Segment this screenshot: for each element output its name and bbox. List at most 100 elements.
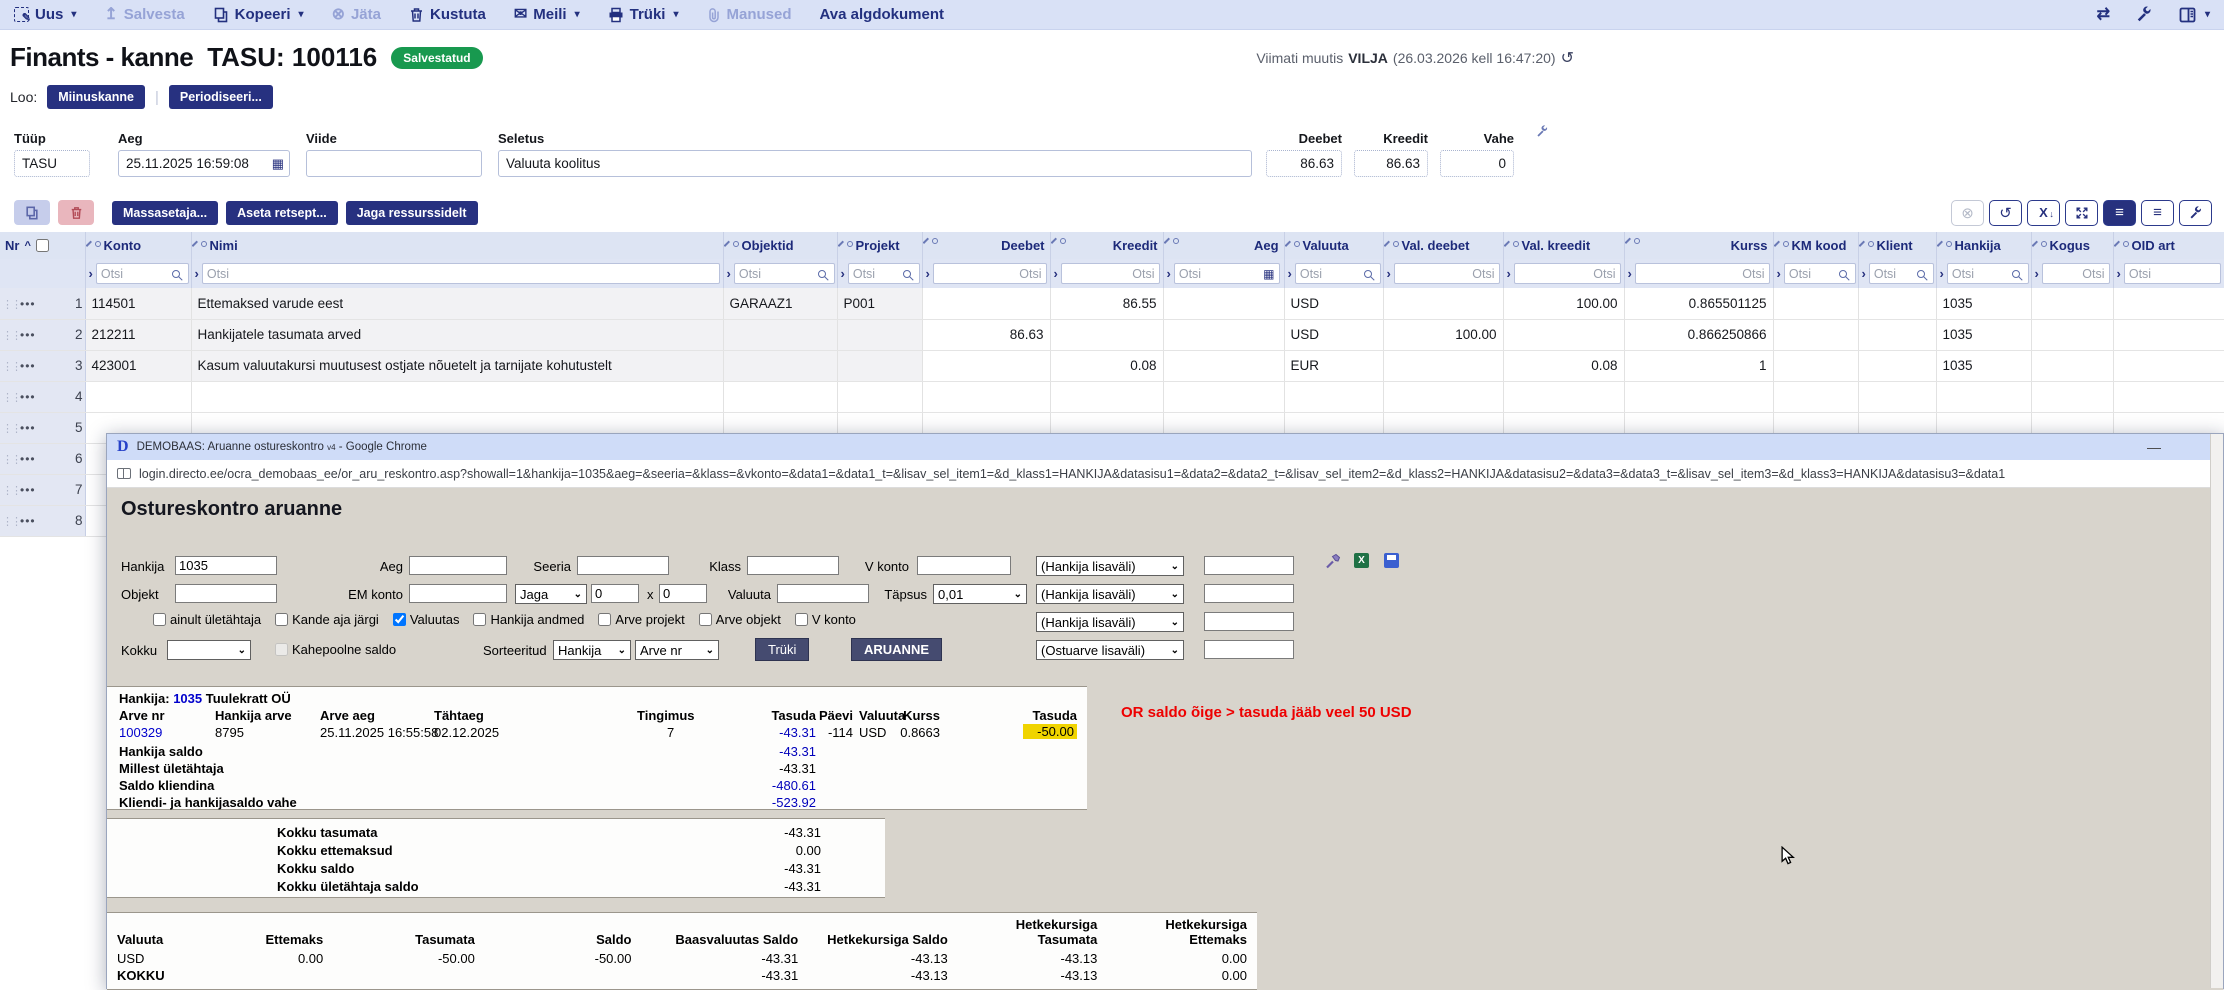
cell-hankija[interactable] xyxy=(1936,381,2031,412)
date-field[interactable] xyxy=(118,150,290,177)
column-expand-icon[interactable]: › xyxy=(727,266,731,281)
row-delete-button[interactable] xyxy=(58,200,94,225)
search-icon[interactable] xyxy=(1364,270,1372,278)
search-icon[interactable] xyxy=(2012,270,2020,278)
column-header-val-deebet[interactable]: Val. deebet xyxy=(1383,232,1503,259)
column-wrench-icon[interactable] xyxy=(1942,241,1951,250)
filter-deebet[interactable] xyxy=(933,263,1047,284)
row-menu-icon[interactable]: ••• xyxy=(20,514,36,528)
drag-handle[interactable]: ⋮⋮ xyxy=(2,299,18,311)
row-menu-icon[interactable]: ••• xyxy=(20,483,36,497)
cell-nimi[interactable]: Hankijatele tasumata arved xyxy=(191,319,723,350)
chevron-down-icon[interactable]: ▾ xyxy=(299,9,304,20)
cell-konto[interactable]: 423001 xyxy=(85,350,191,381)
calendar-icon[interactable]: ▦ xyxy=(272,156,284,172)
cell-nimi[interactable]: Ettemaksed varude eest xyxy=(191,288,723,319)
type-field[interactable] xyxy=(14,150,90,177)
column-expand-icon[interactable]: › xyxy=(1777,266,1781,281)
run-report-button[interactable]: ARUANNE xyxy=(851,638,942,661)
row-copy-button[interactable] xyxy=(14,200,50,225)
cell-hankija[interactable]: 1035 xyxy=(1936,319,2031,350)
insert-recipe-button[interactable]: Aseta retsept... xyxy=(226,201,338,225)
column-expand-icon[interactable]: › xyxy=(1862,266,1866,281)
attachments-button[interactable]: Manused xyxy=(707,6,792,23)
excel-export-icon[interactable]: X xyxy=(1354,553,1369,568)
cell-deebet[interactable] xyxy=(922,288,1050,319)
column-wrench-icon[interactable] xyxy=(843,241,852,250)
drag-handle[interactable]: ⋮⋮ xyxy=(2,392,18,404)
cell-nimi[interactable]: Kasum valuutakursi muutusest ostjate nõu… xyxy=(191,350,723,381)
column-expand-icon[interactable]: › xyxy=(1507,266,1511,281)
column-header-kreedit[interactable]: Kreedit xyxy=(1050,232,1163,259)
chevron-down-icon[interactable]: ▾ xyxy=(71,9,76,20)
column-header-val-kreedit[interactable]: Val. kreedit xyxy=(1503,232,1624,259)
cell-objektid[interactable] xyxy=(723,381,837,412)
cell-konto[interactable] xyxy=(85,381,191,412)
grid-settings-button[interactable] xyxy=(2179,200,2212,226)
checkbox-valuutas[interactable]: Valuutas xyxy=(393,612,460,627)
open-source-doc-button[interactable]: Ava algdokument xyxy=(820,6,944,23)
search-icon[interactable] xyxy=(818,270,826,278)
column-wrench-icon[interactable] xyxy=(1290,241,1299,250)
fields-settings-wrench-icon[interactable] xyxy=(1536,125,1549,143)
cell-hankija[interactable]: 1035 xyxy=(1936,350,2031,381)
cell-aeg[interactable] xyxy=(1163,319,1284,350)
supplier-code-link[interactable]: 1035 xyxy=(173,691,202,706)
drag-handle[interactable]: ⋮⋮ xyxy=(2,361,18,373)
column-header-projekt[interactable]: Projekt xyxy=(837,232,922,259)
invoice-link[interactable]: 100329 xyxy=(119,725,162,740)
debit-field[interactable] xyxy=(1266,150,1342,177)
print-report-button[interactable]: Trüki xyxy=(755,638,809,661)
column-expand-icon[interactable]: › xyxy=(1167,266,1171,281)
column-expand-icon[interactable]: › xyxy=(89,266,93,281)
cell-projekt[interactable] xyxy=(837,381,922,412)
checkbox-kande-aja-jargi[interactable]: Kande aja järgi xyxy=(275,612,379,627)
export-button[interactable]: X↓ xyxy=(2027,200,2060,226)
search-icon[interactable] xyxy=(1839,270,1847,278)
save-button[interactable]: ↥ Salvesta xyxy=(104,6,184,23)
cell-kreedit[interactable]: 0.08 xyxy=(1050,350,1163,381)
filter-oid[interactable] xyxy=(2124,263,2221,284)
extra-value-input-1[interactable] xyxy=(1204,556,1294,575)
cell-kurss[interactable]: 0.865501125 xyxy=(1624,288,1773,319)
column-header-konto[interactable]: Konto xyxy=(85,232,191,259)
cell-valuuta[interactable]: USD xyxy=(1284,319,1383,350)
seeria-input[interactable] xyxy=(577,556,669,575)
search-icon[interactable] xyxy=(1917,270,1925,278)
cell-km-kood[interactable] xyxy=(1773,288,1858,319)
popup-url-bar[interactable]: login.directo.ee/ocra_demobaas_ee/or_aru… xyxy=(107,460,2223,488)
filter-nimi[interactable] xyxy=(202,263,720,284)
column-expand-icon[interactable]: › xyxy=(2117,266,2121,281)
cell-oid[interactable] xyxy=(2113,319,2224,350)
cell-val-deebet[interactable] xyxy=(1383,350,1503,381)
credit-field[interactable] xyxy=(1354,150,1428,177)
column-header-kogus[interactable]: Kogus xyxy=(2031,232,2113,259)
cell-klient[interactable] xyxy=(1858,350,1936,381)
cell-oid[interactable] xyxy=(2113,381,2224,412)
chevron-down-icon[interactable]: ▾ xyxy=(2205,9,2210,20)
row-menu-icon[interactable]: ••• xyxy=(20,421,36,435)
minus-entry-button[interactable]: Miinuskanne xyxy=(47,85,145,109)
cell-valuuta[interactable]: USD xyxy=(1284,288,1383,319)
column-expand-icon[interactable]: › xyxy=(841,266,845,281)
cell-val-deebet[interactable] xyxy=(1383,288,1503,319)
checkbox-v-konto[interactable]: V konto xyxy=(795,612,856,627)
calendar-icon[interactable]: ▦ xyxy=(1263,267,1274,281)
cell-kreedit[interactable] xyxy=(1050,319,1163,350)
column-header-hankija[interactable]: Hankija xyxy=(1936,232,2031,259)
filter-val-deebet[interactable] xyxy=(1394,263,1500,284)
checkbox-arve-projekt[interactable]: Arve projekt xyxy=(598,612,684,627)
row-menu-icon[interactable]: ••• xyxy=(20,390,36,404)
extra-value-input-4[interactable] xyxy=(1204,640,1294,659)
reference-field[interactable] xyxy=(306,150,482,177)
column-expand-icon[interactable]: › xyxy=(1940,266,1944,281)
column-expand-icon[interactable]: › xyxy=(1054,266,1058,281)
column-wrench-icon[interactable] xyxy=(1630,238,1639,247)
drag-handle[interactable]: ⋮⋮ xyxy=(2,423,18,435)
clear-filters-button[interactable]: ⊗ xyxy=(1951,200,1984,226)
sort1-select[interactable]: Hankija⌄ xyxy=(553,640,631,660)
view-dense-button[interactable]: ≡ xyxy=(2103,200,2136,226)
cell-aeg[interactable] xyxy=(1163,288,1284,319)
cell-km-kood[interactable] xyxy=(1773,350,1858,381)
cell-km-kood[interactable] xyxy=(1773,381,1858,412)
